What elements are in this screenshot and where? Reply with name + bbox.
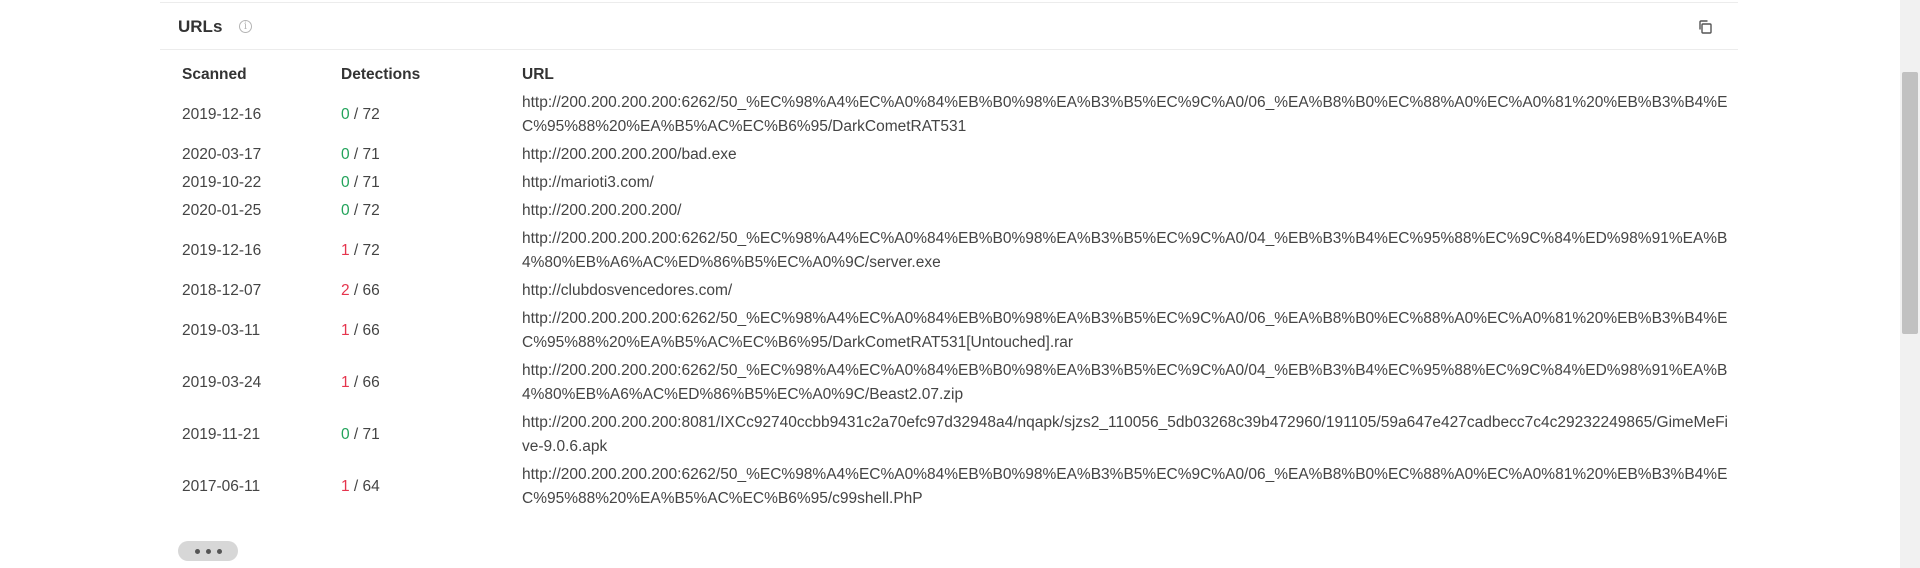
positives-count: 0 (341, 174, 350, 191)
table-row: 2019-10-22 0 / 71 http://marioti3.com/ (160, 169, 1738, 197)
total-engines: 72 (362, 106, 380, 123)
positives-count: 0 (341, 202, 350, 219)
scanned-date: 2017-06-11 (182, 478, 261, 495)
more-dots-icon (216, 548, 222, 554)
detections-separator: / (349, 322, 363, 339)
urls-table: Scanned Detections URL 2019-12-16 0 / 72 h… (160, 61, 1738, 513)
positives-count: 1 (341, 322, 350, 339)
more-dots-icon (205, 548, 211, 554)
url-link[interactable]: http://200.200.200.200:6262/50_%EC%98%A4… (522, 225, 1728, 277)
url-cell: http://marioti3.com/ (522, 169, 1738, 197)
info-icon[interactable]: i (239, 20, 252, 33)
positives-count: 1 (341, 374, 350, 391)
url-link[interactable]: http://200.200.200.200:6262/50_%EC%98%A4… (522, 305, 1728, 357)
section-title: URLs (178, 17, 223, 36)
scanned-date: 2019-12-16 (182, 106, 262, 123)
detections-cell: 2 / 66 (341, 277, 522, 305)
table-header-row: Scanned Detections URL (160, 61, 1738, 89)
positives-count: 2 (341, 282, 350, 299)
copy-icon[interactable] (1697, 19, 1713, 35)
show-more-button[interactable] (178, 541, 238, 561)
url-cell: http://200.200.200.200:8081/IXCc92740ccb… (522, 409, 1738, 461)
total-engines: 71 (362, 174, 380, 191)
scanned-date: 2019-03-11 (182, 322, 261, 339)
url-cell: http://200.200.200.200:6262/50_%EC%98%A4… (522, 225, 1738, 277)
url-cell: http://200.200.200.200:6262/50_%EC%98%A4… (522, 461, 1738, 513)
scanned-date: 2019-11-21 (182, 426, 261, 443)
detections-cell: 0 / 72 (341, 89, 522, 141)
scrollbar-thumb[interactable] (1902, 72, 1918, 334)
total-engines: 72 (362, 202, 380, 219)
table-row: 2019-11-21 0 / 71 http://200.200.200.200:8… (160, 409, 1738, 461)
url-link[interactable]: http://marioti3.com/ (522, 169, 1728, 197)
detections-cell: 1 / 66 (341, 357, 522, 409)
table-row: 2019-03-11 1 / 66 http://200.200.200.200:6… (160, 305, 1738, 357)
detections-separator: / (349, 478, 363, 495)
page: URLs i Scanned Detections URL 2019-12-16… (0, 0, 1920, 568)
total-engines: 66 (362, 374, 380, 391)
scrollbar[interactable] (1900, 0, 1920, 568)
url-link[interactable]: http://200.200.200.200:6262/50_%EC%98%A4… (522, 357, 1728, 409)
detections-cell: 1 / 72 (341, 225, 522, 277)
detections-separator: / (349, 282, 363, 299)
url-cell: http://200.200.200.200:6262/50_%EC%98%A4… (522, 357, 1738, 409)
urls-card: URLs i Scanned Detections URL 2019-12-16… (160, 2, 1738, 568)
detections-separator: / (349, 202, 363, 219)
positives-count: 1 (341, 242, 350, 259)
url-link[interactable]: http://200.200.200.200:6262/50_%EC%98%A4… (522, 461, 1728, 513)
url-cell: http://200.200.200.200:6262/50_%EC%98%A4… (522, 305, 1738, 357)
url-link[interactable]: http://200.200.200.200:6262/50_%EC%98%A4… (522, 89, 1728, 141)
card-header: URLs i (160, 3, 1738, 50)
table-body: 2019-12-16 0 / 72 http://200.200.200.200:6… (160, 89, 1738, 513)
scanned-date: 2019-03-24 (182, 374, 262, 391)
detections-cell: 0 / 71 (341, 409, 522, 461)
total-engines: 66 (362, 322, 380, 339)
detections-separator: / (349, 106, 363, 123)
url-cell: http://200.200.200.200/ (522, 197, 1738, 225)
table-row: 2019-12-16 0 / 72 http://200.200.200.200:6… (160, 89, 1738, 141)
total-engines: 71 (362, 426, 380, 443)
column-header-url[interactable]: URL (522, 61, 1738, 89)
detections-separator: / (349, 174, 363, 191)
detections-separator: / (349, 426, 363, 443)
table-row: 2020-01-25 0 / 72 http://200.200.200.200/ (160, 197, 1738, 225)
detections-separator: / (349, 146, 363, 163)
positives-count: 0 (341, 426, 350, 443)
positives-count: 0 (341, 146, 350, 163)
column-header-scanned[interactable]: Scanned (160, 61, 341, 89)
column-header-detections[interactable]: Detections (341, 61, 522, 89)
detections-cell: 0 / 71 (341, 169, 522, 197)
table-row: 2019-12-16 1 / 72 http://200.200.200.200:6… (160, 225, 1738, 277)
url-link[interactable]: http://200.200.200.200/bad.exe (522, 141, 1728, 169)
url-cell: http://clubdosvencedores.com/ (522, 277, 1738, 305)
total-engines: 64 (362, 478, 380, 495)
detections-separator: / (349, 374, 363, 391)
detections-separator: / (349, 242, 363, 259)
positives-count: 0 (341, 106, 350, 123)
url-link[interactable]: http://200.200.200.200:8081/IXCc92740ccb… (522, 409, 1728, 461)
url-link[interactable]: http://200.200.200.200/ (522, 197, 1728, 225)
scanned-date: 2020-01-25 (182, 202, 262, 219)
detections-cell: 0 / 72 (341, 197, 522, 225)
url-cell: http://200.200.200.200:6262/50_%EC%98%A4… (522, 89, 1738, 141)
total-engines: 71 (362, 146, 380, 163)
scanned-date: 2019-10-22 (182, 174, 262, 191)
table-row: 2019-03-24 1 / 66 http://200.200.200.200:6… (160, 357, 1738, 409)
url-cell: http://200.200.200.200/bad.exe (522, 141, 1738, 169)
total-engines: 72 (362, 242, 380, 259)
table-row: 2020-03-17 0 / 71 http://200.200.200.200/b… (160, 141, 1738, 169)
total-engines: 66 (362, 282, 380, 299)
scanned-date: 2019-12-16 (182, 242, 262, 259)
detections-cell: 1 / 66 (341, 305, 522, 357)
more-dots-icon (194, 548, 200, 554)
scanned-date: 2018-12-07 (182, 282, 262, 299)
table-row: 2018-12-07 2 / 66 http://clubdosvencedores… (160, 277, 1738, 305)
table-row: 2017-06-11 1 / 64 http://200.200.200.200:6… (160, 461, 1738, 513)
url-link[interactable]: http://clubdosvencedores.com/ (522, 277, 1728, 305)
positives-count: 1 (341, 478, 350, 495)
detections-cell: 0 / 71 (341, 141, 522, 169)
detections-cell: 1 / 64 (341, 461, 522, 513)
scanned-date: 2020-03-17 (182, 146, 262, 163)
